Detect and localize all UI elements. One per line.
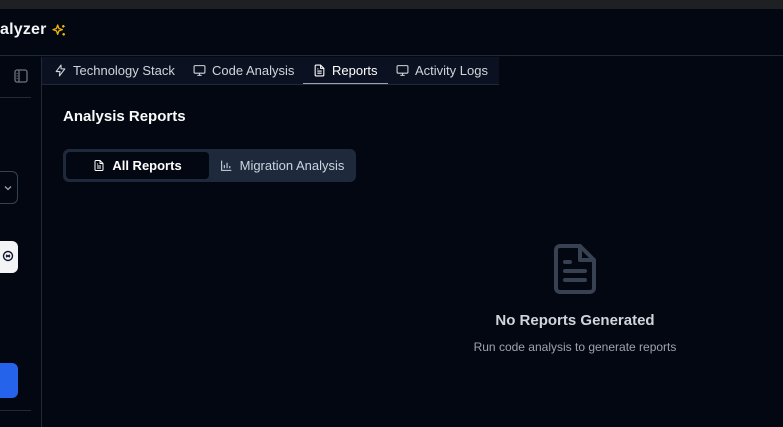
page-title: Analysis Reports xyxy=(63,108,186,125)
window-top-strip xyxy=(0,0,783,9)
zap-icon xyxy=(55,64,66,77)
empty-state-subtitle: Run code analysis to generate reports xyxy=(473,340,677,354)
reports-panel: Analysis Reports All Reports Migration A… xyxy=(43,86,783,427)
tab-label: Technology Stack xyxy=(73,63,175,78)
tab-code-analysis[interactable]: Code Analysis xyxy=(183,57,304,84)
monitor-icon xyxy=(396,65,409,76)
sidebar xyxy=(0,57,42,427)
segment-migration-analysis[interactable]: Migration Analysis xyxy=(211,152,353,179)
bar-chart-icon xyxy=(220,160,231,171)
segment-label: Migration Analysis xyxy=(239,158,345,173)
panel-toggle-icon[interactable] xyxy=(14,69,28,83)
sidebar-action-button[interactable] xyxy=(0,241,18,273)
tab-reports[interactable]: Reports xyxy=(303,57,388,84)
sidebar-divider xyxy=(0,97,31,98)
tab-label: Activity Logs xyxy=(415,63,488,78)
tab-label: Reports xyxy=(332,62,378,78)
tab-label: Code Analysis xyxy=(212,63,295,78)
file-text-icon xyxy=(94,160,104,171)
sparkles-icon xyxy=(52,24,65,36)
tab-technology-stack[interactable]: Technology Stack xyxy=(44,57,185,84)
github-icon xyxy=(2,250,14,262)
app-title: alyzer xyxy=(0,21,47,38)
tab-bar: Technology Stack Code Analysis Reports A… xyxy=(42,57,499,85)
monitor-icon xyxy=(193,65,206,76)
sidebar-primary-button[interactable] xyxy=(0,363,18,398)
tab-activity-logs[interactable]: Activity Logs xyxy=(386,57,498,84)
app-header: alyzer xyxy=(0,9,783,56)
segment-label: All Reports xyxy=(112,158,182,173)
file-text-icon xyxy=(314,64,325,76)
sidebar-divider xyxy=(0,410,31,411)
empty-state-title: No Reports Generated xyxy=(495,312,655,329)
report-type-toggle: All Reports Migration Analysis xyxy=(63,149,356,182)
segment-all-reports[interactable]: All Reports xyxy=(66,152,209,179)
empty-state-file-icon xyxy=(554,244,596,294)
sidebar-select[interactable] xyxy=(0,171,18,204)
chevron-down-icon xyxy=(4,186,12,191)
